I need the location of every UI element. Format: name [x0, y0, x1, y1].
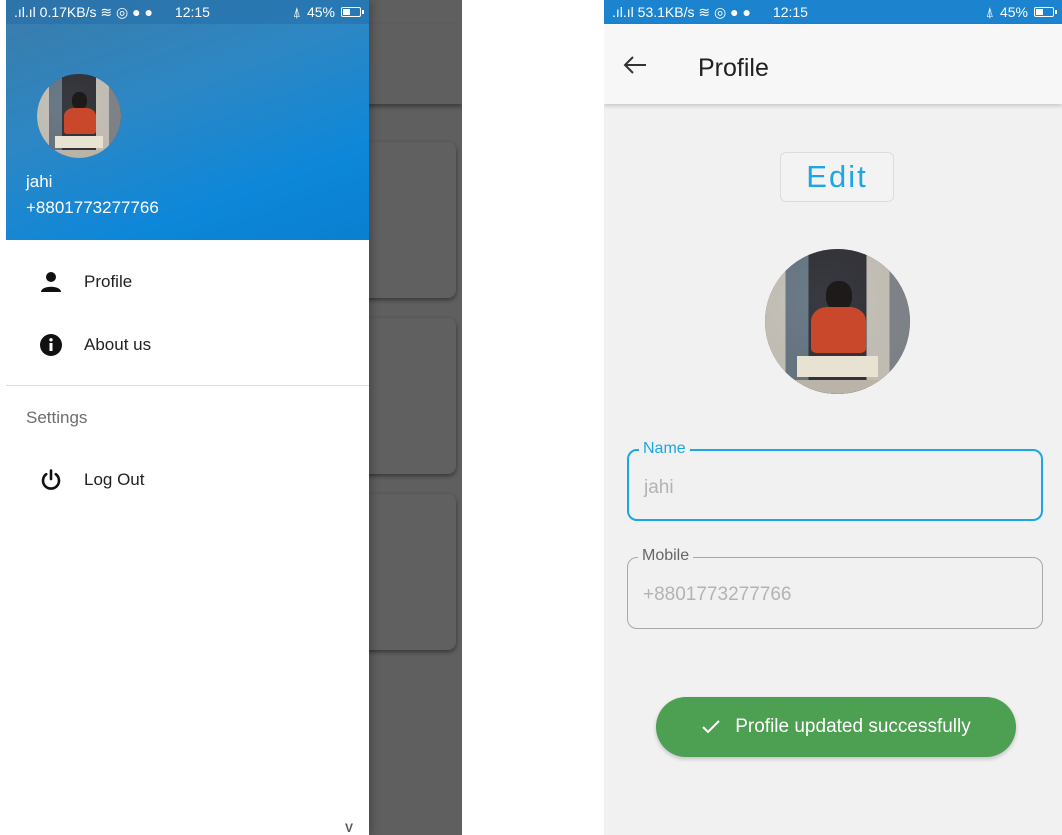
notification-icons: ≋ ◎ ● ● — [100, 3, 153, 20]
status-right: ⍋ 45% — [985, 3, 1057, 21]
back-button[interactable] — [622, 54, 650, 76]
success-snackbar: Profile updated successfully — [656, 697, 1016, 757]
alarm-icon: ⍋ — [985, 3, 994, 20]
drawer-screen: .ıl.ıl 0.17KB/s ≋ ◎ ● ● 12:15 ⍋ 45% jahi… — [6, 0, 462, 835]
app-bar: Profile — [604, 24, 1062, 104]
battery-fill — [343, 9, 350, 15]
drawer-item-label: About us — [84, 335, 152, 354]
edit-button[interactable]: Edit — [780, 152, 894, 202]
check-icon — [702, 720, 720, 734]
page-title: Profile — [698, 54, 769, 82]
status-right: ⍋ 45% — [292, 3, 364, 21]
signal-icon: .ıl.ıl — [612, 3, 638, 20]
drawer-item-log-out[interactable]: Log Out — [6, 452, 369, 508]
name-field-label: Name — [639, 439, 690, 459]
name-field[interactable]: Name jahi — [627, 439, 1043, 521]
drawer-divider — [6, 385, 369, 386]
user-name: jahi — [26, 172, 53, 191]
drawer-item-label: Log Out — [84, 470, 145, 489]
drawer-item-profile[interactable]: Profile — [6, 254, 369, 310]
status-bar: .ıl.ıl 0.17KB/s ≋ ◎ ● ● 12:15 ⍋ 45% — [6, 0, 369, 24]
battery-percent: 45% — [999, 4, 1028, 20]
drawer-item-about-us[interactable]: About us — [6, 317, 369, 373]
battery-icon — [1034, 7, 1057, 17]
alarm-icon: ⍋ — [292, 3, 301, 20]
avatar[interactable] — [37, 74, 121, 158]
profile-screen: .ıl.ıl 53.1KB/s ≋ ◎ ● ● 12:15 ⍋ 45% Prof… — [604, 0, 1062, 835]
snackbar-message: Profile updated successfully — [735, 716, 971, 737]
battery-fill — [1036, 9, 1043, 15]
power-icon — [38, 467, 64, 493]
section-label-settings: Settings — [26, 408, 88, 427]
drawer-header: .ıl.ıl 0.17KB/s ≋ ◎ ● ● 12:15 ⍋ 45% jahi… — [6, 0, 369, 240]
profile-avatar[interactable] — [765, 249, 910, 394]
status-time: 12:15 — [174, 4, 210, 20]
info-icon — [38, 332, 64, 358]
status-signal: .ıl.ıl 53.1KB/s ≋ ◎ ● ● — [612, 4, 751, 21]
mobile-field-value[interactable]: +8801773277766 — [643, 584, 791, 606]
status-signal: .ıl.ıl 0.17KB/s ≋ ◎ ● ● — [14, 4, 153, 21]
mobile-field[interactable]: Mobile +8801773277766 — [627, 546, 1043, 629]
name-field-value[interactable]: jahi — [644, 477, 674, 499]
signal-icon: .ıl.ıl — [14, 3, 40, 20]
drawer-item-label: Profile — [84, 272, 133, 291]
network-speed: 0.17KB/s — [39, 3, 97, 20]
navigation-drawer: .ıl.ıl 0.17KB/s ≋ ◎ ● ● 12:15 ⍋ 45% jahi… — [6, 0, 369, 835]
mobile-field-label: Mobile — [638, 546, 694, 566]
battery-percent: 45% — [306, 4, 335, 20]
user-phone: +8801773277766 — [26, 198, 159, 217]
network-speed: 53.1KB/s — [637, 3, 695, 20]
status-time: 12:15 — [772, 4, 808, 20]
status-bar: .ıl.ıl 53.1KB/s ≋ ◎ ● ● 12:15 ⍋ 45% — [604, 0, 1062, 24]
app-version: V 1.0 — [345, 821, 354, 835]
person-icon — [38, 269, 64, 295]
battery-icon — [341, 7, 364, 17]
arrow-left-icon — [623, 56, 646, 74]
notification-icons: ≋ ◎ ● ● — [698, 3, 751, 20]
